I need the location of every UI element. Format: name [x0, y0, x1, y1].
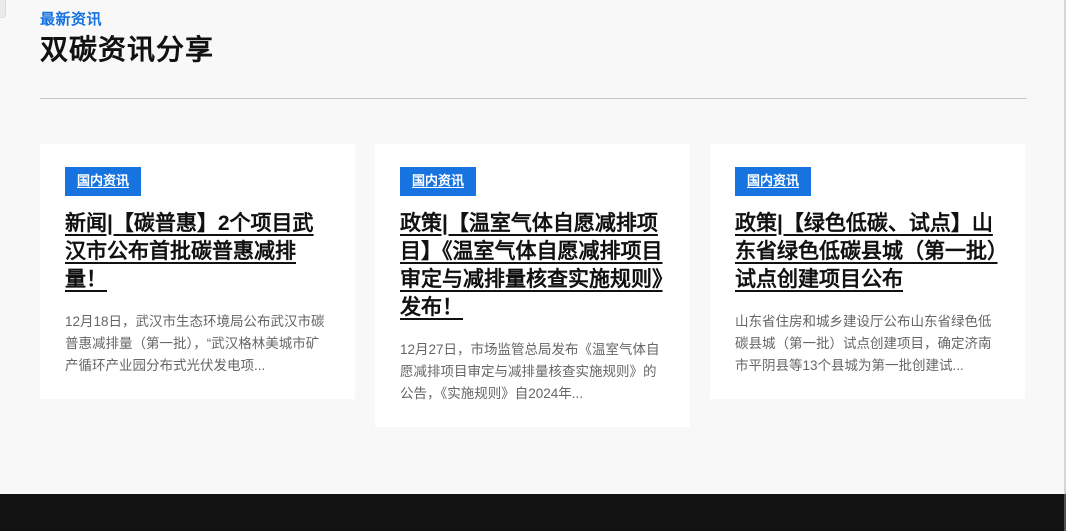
page-title: 双碳资讯分享	[40, 33, 1027, 67]
news-card-3[interactable]: 国内资讯 政策|【绿色低碳、试点】山东省绿色低碳县城（第一批）试点创建项目公布 …	[710, 144, 1025, 399]
news-card-list: 国内资讯 新闻|【碳普惠】2个项目武汉市公布首批碳普惠减排量！ 12月18日，武…	[40, 144, 1027, 427]
article-title-link[interactable]: 新闻|【碳普惠】2个项目武汉市公布首批碳普惠减排量！	[65, 210, 330, 294]
article-title-link[interactable]: 政策|【绿色低碳、试点】山东省绿色低碳县城（第一批）试点创建项目公布	[735, 210, 1000, 294]
category-badge[interactable]: 国内资讯	[65, 167, 141, 196]
article-excerpt: 12月18日，武汉市生态环境局公布武汉市碳普惠减排量（第一批），“武汉格林美城市…	[65, 311, 330, 377]
footer-bar	[0, 494, 1066, 531]
section-divider	[40, 98, 1027, 99]
news-card-2[interactable]: 国内资讯 政策|【温室气体自愿减排项目】《温室气体自愿减排项目审定与减排量核查实…	[375, 144, 690, 427]
article-excerpt: 12月27日，市场监管总局发布《温室气体自愿减排项目审定与减排量核查实施规则》的…	[400, 339, 665, 405]
main-content: 最新资讯 双碳资讯分享 国内资讯 新闻|【碳普惠】2个项目武汉市公布首批碳普惠减…	[40, 8, 1027, 427]
article-excerpt: 山东省住房和城乡建设厅公布山东省绿色低碳县城（第一批）试点创建项目，确定济南市平…	[735, 311, 1000, 377]
article-title-link[interactable]: 政策|【温室气体自愿减排项目】《温室气体自愿减排项目审定与减排量核查实施规则》发…	[400, 210, 665, 322]
scrollbar-fragment	[0, 0, 6, 18]
news-card-1[interactable]: 国内资讯 新闻|【碳普惠】2个项目武汉市公布首批碳普惠减排量！ 12月18日，武…	[40, 144, 355, 399]
section-eyebrow: 最新资讯	[40, 8, 1027, 29]
category-badge[interactable]: 国内资讯	[735, 167, 811, 196]
category-badge[interactable]: 国内资讯	[400, 167, 476, 196]
